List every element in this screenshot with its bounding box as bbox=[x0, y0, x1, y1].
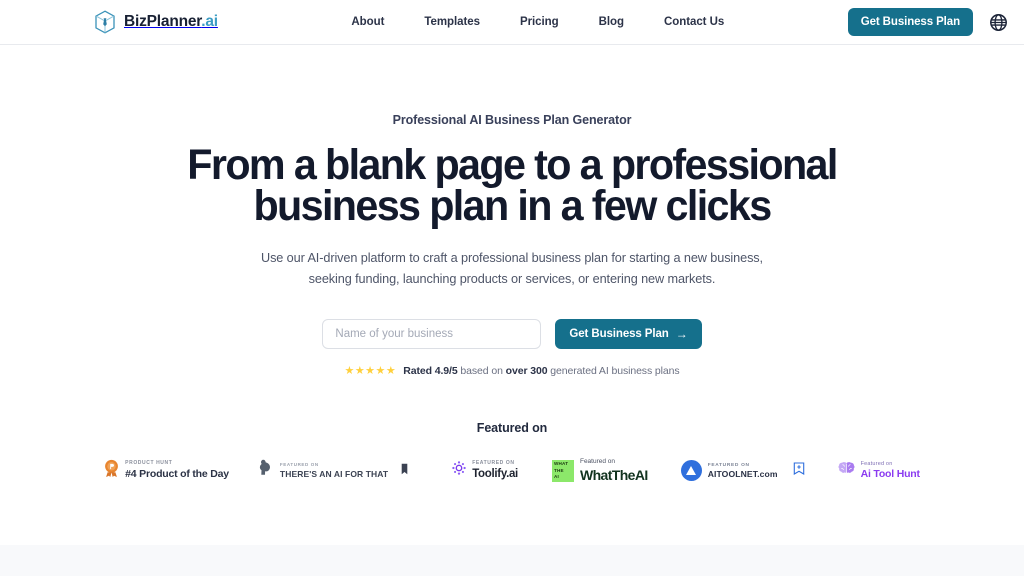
rating-count: over 300 bbox=[505, 365, 548, 377]
bookmark-plus-icon bbox=[784, 462, 805, 480]
subcopy-line-2: seeking funding, launching products or s… bbox=[308, 272, 716, 286]
brain-icon bbox=[838, 461, 855, 481]
aitoolnet-triangle-icon bbox=[680, 460, 702, 482]
whattheai-text: Featured on WhatTheAI bbox=[580, 457, 648, 484]
business-name-input[interactable] bbox=[322, 319, 542, 349]
nav-item-pricing[interactable]: Pricing bbox=[520, 16, 559, 28]
headline-line-2: business plan in a few clicks bbox=[253, 182, 772, 230]
badge-product-hunt[interactable]: PRODUCT HUNT #4 Product of the Day bbox=[104, 459, 229, 483]
page-title: From a blank page to a professional busi… bbox=[20, 141, 1003, 230]
nav-item-about[interactable]: About bbox=[351, 16, 384, 28]
aitoolnet-kicker: FEATURED ON bbox=[707, 462, 750, 468]
star-rating-icon: ★★★★★ bbox=[344, 364, 397, 377]
hero-get-business-plan-button[interactable]: Get Business Plan → bbox=[555, 319, 702, 349]
ai-tool-hunt-text: Featured on Ai Tool Hunt bbox=[861, 460, 920, 481]
flexed-arm-icon bbox=[259, 459, 274, 482]
aitoolnet-text: FEATURED ON AITOOLNET.com bbox=[708, 462, 778, 480]
nav-item-blog[interactable]: Blog bbox=[599, 16, 624, 28]
product-hunt-main: #4 Product of the Day bbox=[125, 467, 229, 480]
hero-submit-label: Get Business Plan bbox=[569, 328, 669, 340]
taaft-kicker: FEATURED ON bbox=[279, 461, 319, 467]
brand-logo[interactable]: BizPlanner.ai bbox=[94, 10, 218, 34]
nav-item-contact-us[interactable]: Contact Us bbox=[664, 16, 724, 28]
rating-score: Rated 4.9/5 bbox=[403, 365, 458, 377]
aitoolnet-main: AITOOLNET.com bbox=[707, 468, 778, 479]
globe-icon[interactable] bbox=[989, 13, 1008, 32]
badge-whattheai[interactable]: WHAT THE AI Featured on WhatTheAI bbox=[551, 457, 648, 484]
bookmark-icon bbox=[394, 462, 408, 480]
toolify-text: FEATURED ON Toolify.ai bbox=[472, 460, 518, 482]
rating-text: Rated 4.9/5 based on over 300 generated … bbox=[403, 365, 679, 377]
main-nav: About Templates Pricing Blog Contact Us bbox=[341, 16, 724, 28]
rating-mid: based on bbox=[457, 365, 506, 377]
rating-tail: generated AI business plans bbox=[547, 365, 680, 377]
brand-name: BizPlanner.ai bbox=[124, 13, 218, 30]
subcopy-line-1: Use our AI-driven platform to craft a pr… bbox=[261, 251, 763, 265]
ai-tool-hunt-main: Ai Tool Hunt bbox=[860, 468, 920, 481]
featured-on-title: Featured on bbox=[476, 421, 548, 435]
whattheai-main: WhatTheAI bbox=[579, 466, 648, 483]
headline-line-1: From a blank page to a professional bbox=[187, 141, 838, 189]
hero-eyebrow: Professional AI Business Plan Generator bbox=[392, 113, 632, 127]
toolify-kicker: FEATURED ON bbox=[472, 459, 515, 466]
product-hunt-medal-icon bbox=[104, 459, 119, 483]
cube-tie-icon bbox=[94, 10, 116, 34]
site-header: BizPlanner.ai About Templates Pricing Bl… bbox=[0, 0, 1024, 45]
hero-section: Professional AI Business Plan Generator … bbox=[0, 45, 1024, 377]
taaft-main: THERE'S AN AI FOR THAT bbox=[279, 468, 389, 479]
product-hunt-text: PRODUCT HUNT #4 Product of the Day bbox=[125, 460, 229, 481]
taaft-text: FEATURED ON THERE'S AN AI FOR THAT bbox=[280, 462, 388, 479]
ai-tool-hunt-kicker: Featured on bbox=[860, 460, 893, 467]
toolify-gear-icon bbox=[452, 461, 466, 480]
badge-aitoolnet[interactable]: FEATURED ON AITOOLNET.com bbox=[680, 460, 805, 482]
arrow-right-icon: → bbox=[675, 327, 688, 341]
triangle-glyph bbox=[686, 466, 697, 476]
toolify-main: Toolify.ai bbox=[472, 468, 518, 481]
badge-toolify[interactable]: FEATURED ON Toolify.ai bbox=[452, 460, 518, 482]
badge-ai-tool-hunt[interactable]: Featured on Ai Tool Hunt bbox=[838, 460, 920, 481]
hero-form: Get Business Plan → bbox=[0, 319, 1024, 349]
featured-badges: PRODUCT HUNT #4 Product of the Day FEATU… bbox=[0, 457, 1024, 484]
nav-item-templates[interactable]: Templates bbox=[424, 16, 480, 28]
featured-on-section: Featured on PRODUCT HUNT #4 Product of t… bbox=[0, 421, 1024, 484]
wta-square-line-3: AI bbox=[553, 473, 559, 479]
header-get-business-plan-button[interactable]: Get Business Plan bbox=[847, 8, 973, 36]
product-hunt-kicker: PRODUCT HUNT bbox=[125, 460, 173, 467]
brand-suffix: .ai bbox=[201, 13, 218, 30]
whattheai-square-icon: WHAT THE AI bbox=[551, 459, 574, 482]
whattheai-kicker: Featured on bbox=[579, 458, 616, 465]
rating-row: ★★★★★ Rated 4.9/5 based on over 300 gene… bbox=[0, 365, 1024, 377]
badge-theres-an-ai-for-that[interactable]: FEATURED ON THERE'S AN AI FOR THAT bbox=[259, 459, 408, 482]
header-actions: Get Business Plan bbox=[847, 8, 1008, 36]
page-bottom-strip bbox=[0, 545, 1024, 576]
landing-page: BizPlanner.ai About Templates Pricing Bl… bbox=[0, 0, 1024, 576]
hero-subcopy: Use our AI-driven platform to craft a pr… bbox=[0, 248, 1024, 290]
